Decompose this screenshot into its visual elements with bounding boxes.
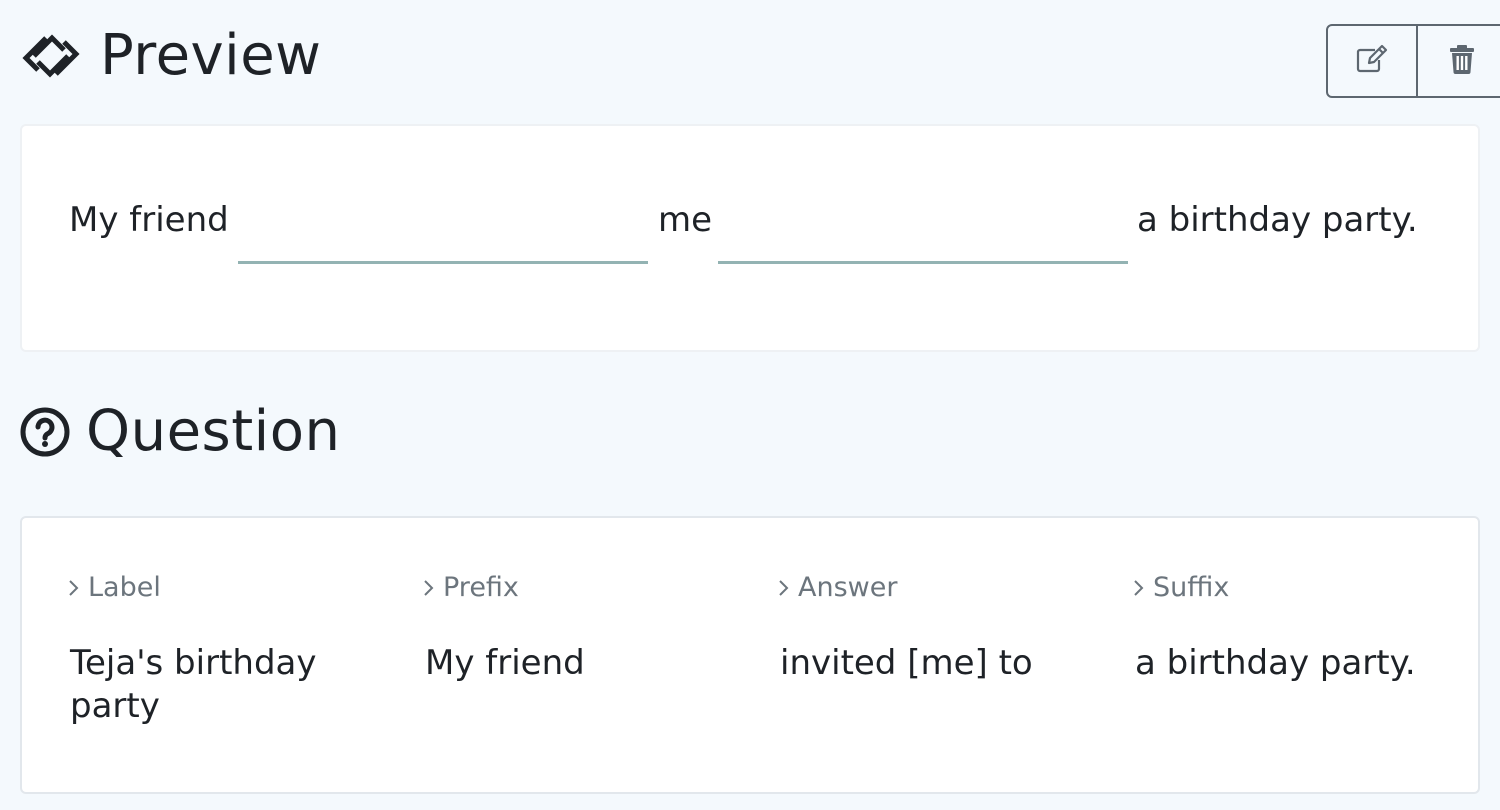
chevron-right-icon: [778, 578, 792, 598]
field-label-prefix: Prefix: [423, 572, 519, 604]
preview-title: Preview: [100, 23, 322, 88]
preview-actions: [1326, 24, 1500, 98]
edit-button[interactable]: [1328, 26, 1416, 96]
field-label-text: Prefix: [443, 572, 519, 603]
chevron-right-icon: [423, 578, 437, 598]
field-label-suffix: Suffix: [1133, 572, 1229, 604]
field-value-label: Teja's birthday party: [70, 643, 317, 726]
field-value-answer: invited [me] to: [780, 643, 1033, 683]
preview-header: Preview: [20, 22, 321, 90]
answer-blank-1[interactable]: [238, 196, 648, 264]
edit-icon: [1355, 44, 1389, 78]
question-header: Question: [20, 398, 340, 466]
chevron-right-icon: [68, 578, 82, 598]
trash-icon: [1449, 44, 1475, 78]
question-circle-icon: [20, 406, 72, 458]
sentence-middle: me: [658, 200, 713, 240]
sentence-suffix: a birthday party.: [1137, 200, 1418, 240]
field-value-prefix: My friend: [425, 643, 585, 683]
field-label-answer: Answer: [778, 572, 897, 604]
answer-blank-2[interactable]: [718, 196, 1128, 264]
question-title: Question: [86, 399, 341, 464]
chevron-right-icon: [1133, 578, 1147, 598]
link-chain-icon: [20, 32, 82, 80]
field-label-text: Suffix: [1153, 572, 1230, 603]
field-label-text: Answer: [798, 572, 898, 603]
field-value-suffix: a birthday party.: [1135, 643, 1416, 683]
delete-button[interactable]: [1416, 26, 1500, 96]
field-label-text: Label: [88, 572, 161, 603]
field-label-label: Label: [68, 572, 161, 604]
sentence-prefix: My friend: [69, 200, 229, 240]
